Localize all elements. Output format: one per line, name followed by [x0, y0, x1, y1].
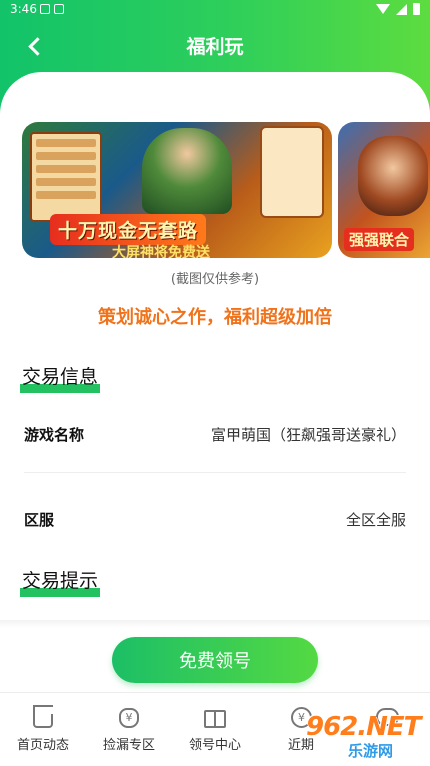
game-name-value: 富甲萌国（狂飙强哥送豪礼） — [210, 425, 406, 444]
server-value: 全区全服 — [345, 510, 406, 529]
trade-info-title: 交易信息 — [22, 366, 99, 388]
status-time: 3:46 — [10, 2, 37, 16]
battery-icon — [413, 3, 420, 15]
money-bag-icon: ¥ — [116, 703, 142, 729]
claim-free-account-button[interactable]: 免费领号 — [112, 637, 318, 683]
home-icon — [30, 703, 56, 729]
info-row-game-name: 游戏名称 富甲萌国（狂飙强哥送豪礼） — [24, 408, 406, 460]
banner-reward-panel — [260, 126, 324, 218]
banner-character-image — [142, 128, 232, 214]
notification-icon — [40, 4, 50, 14]
server-label: 区服 — [24, 510, 55, 529]
wifi-icon — [376, 4, 390, 14]
divider — [24, 472, 406, 473]
screenshot-caption: (截图仅供参考) — [170, 272, 260, 287]
status-right-icons — [376, 3, 420, 15]
tab-label: 首页动态 — [16, 738, 69, 753]
banner-ui-panel — [30, 132, 102, 222]
tab-label: 捡漏专区 — [102, 738, 155, 753]
banner-secondary-headline: 强强联合 — [344, 228, 415, 251]
watermark-sub-text: 乐游网 — [348, 742, 394, 760]
app-notification-icon — [54, 4, 64, 14]
tab-bargain[interactable]: ¥ 捡漏专区 — [86, 693, 172, 766]
banner-subline: 大屏神将免费送 — [112, 245, 210, 258]
banner-headline: 十万现金无套路 — [50, 214, 207, 245]
bottom-shadow — [0, 620, 430, 628]
status-notification-icons — [40, 4, 64, 14]
site-watermark: 962.NET 乐游网 — [296, 712, 426, 762]
game-banner-secondary[interactable]: 强强联合 — [338, 122, 430, 258]
trade-tips-title: 交易提示 — [22, 570, 99, 592]
trade-tips-heading: 交易提示 — [20, 566, 101, 597]
signal-icon — [396, 3, 407, 15]
tab-label: 领号中心 — [188, 738, 241, 753]
slogan: 策划诚心之作，福利超级加倍 — [98, 307, 332, 328]
tab-claim-center[interactable]: 领号中心 — [172, 693, 258, 766]
status-bar: 3:46 — [0, 0, 430, 20]
banner-secondary-character-image — [358, 136, 428, 216]
gift-icon — [202, 703, 228, 729]
game-name-label: 游戏名称 — [24, 425, 85, 444]
watermark-logo-text: 962.NET — [306, 712, 421, 742]
game-banner[interactable]: 十万现金无套路 大屏神将免费送 — [22, 122, 332, 258]
trade-info-heading: 交易信息 — [20, 362, 101, 393]
page-title: 福利玩 — [186, 36, 244, 58]
tab-home[interactable]: 首页动态 — [0, 693, 86, 766]
info-row-server: 区服 全区全服 — [24, 493, 406, 545]
